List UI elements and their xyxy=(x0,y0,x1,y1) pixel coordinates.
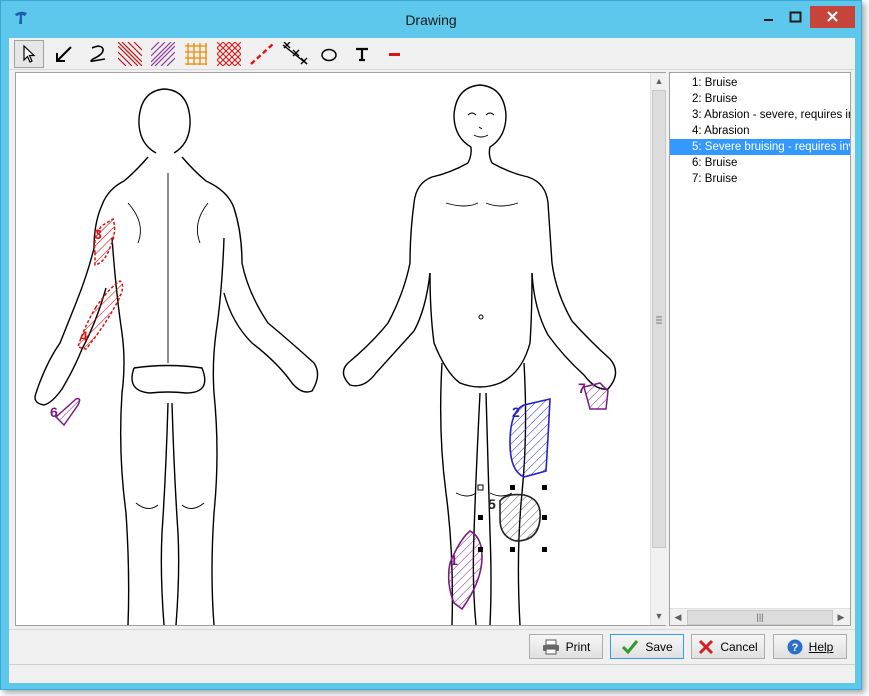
select-tool[interactable] xyxy=(14,40,44,68)
back-view-figure xyxy=(34,88,319,625)
red-minus-icon xyxy=(389,53,400,56)
grip-icon xyxy=(656,316,662,324)
canvas-scroll-thumb[interactable] xyxy=(652,90,666,548)
drawing-window: Drawing 1 2 3 4 5 6 7 ▲ ▼ 1: Bruise 2: B… xyxy=(0,0,862,690)
maximize-button[interactable] xyxy=(782,6,808,28)
annotation-label-6: 6 xyxy=(50,404,58,420)
list-item[interactable]: 1: Bruise xyxy=(670,75,850,91)
red-diagonal-hatch-icon xyxy=(118,42,142,66)
printer-icon xyxy=(542,639,559,654)
ellipse-tool[interactable] xyxy=(314,40,344,68)
text-tool[interactable] xyxy=(347,40,377,68)
svg-text:?: ? xyxy=(791,642,798,654)
dashed-line-tool[interactable] xyxy=(247,40,277,68)
scroll-right-arrow-icon[interactable]: ▶ xyxy=(833,609,849,625)
help-icon: ? xyxy=(787,639,803,654)
help-button-label: Help xyxy=(808,639,834,654)
pointer-arrow-icon xyxy=(23,44,36,63)
orange-grid-icon xyxy=(185,43,207,65)
client-area: 1 2 3 4 5 6 7 ▲ ▼ 1: Bruise 2: Bruise 3: A… xyxy=(9,38,855,683)
scroll-left-arrow-icon[interactable]: ◀ xyxy=(670,609,686,625)
help-button[interactable]: ? Help xyxy=(773,634,847,659)
cross-stitch-line-icon xyxy=(282,42,308,65)
minimize-icon xyxy=(764,19,773,21)
save-button[interactable]: Save xyxy=(610,634,684,659)
annotation-label-1: 1 xyxy=(450,552,458,568)
close-button[interactable] xyxy=(810,6,855,28)
diagonal-arrow-icon xyxy=(56,46,72,62)
maximize-icon xyxy=(789,11,802,23)
list-scroll-thumb[interactable]: ||| xyxy=(687,610,833,625)
status-bar xyxy=(9,664,855,683)
list-item[interactable]: 3: Abrasion - severe, requires inves xyxy=(670,107,850,123)
red-x-icon xyxy=(699,639,714,654)
drawing-toolbar xyxy=(9,38,855,70)
scroll-down-arrow-icon[interactable]: ▼ xyxy=(651,608,667,624)
window-title: Drawing xyxy=(405,12,457,28)
print-button[interactable]: Print xyxy=(529,634,603,659)
list-horizontal-scrollbar[interactable]: ◀ ||| ▶ xyxy=(670,608,850,625)
annotation-label-2: 2 xyxy=(512,404,520,420)
arrow-tool[interactable] xyxy=(49,40,79,68)
cancel-button-label: Cancel xyxy=(720,639,758,654)
hatch-grid-orange-tool[interactable] xyxy=(181,40,211,68)
annotation-list[interactable]: 1: Bruise 2: Bruise 3: Abrasion - severe, … xyxy=(670,75,850,605)
list-item[interactable]: 6: Bruise xyxy=(670,155,850,171)
body-diagram: 1 2 3 4 5 6 7 xyxy=(34,84,617,625)
freehand-tool[interactable] xyxy=(82,40,112,68)
ellipse-icon xyxy=(321,48,337,62)
annotation-list-panel: 1: Bruise 2: Bruise 3: Abrasion - severe, … xyxy=(669,72,851,626)
red-dashed-line-icon xyxy=(250,43,274,65)
print-button-label: Print xyxy=(565,639,591,654)
checkmark-icon xyxy=(622,639,639,654)
canvas-vertical-scrollbar[interactable]: ▲ ▼ xyxy=(650,73,666,625)
annotation-label-7: 7 xyxy=(578,380,586,396)
hatch-cross-red-tool[interactable] xyxy=(214,40,244,68)
red-crosshatch-icon xyxy=(217,42,241,66)
minimize-button[interactable] xyxy=(755,6,781,28)
body-diagram-canvas[interactable]: 1 2 3 4 5 6 7 xyxy=(16,73,650,625)
annotation-5-shape[interactable] xyxy=(499,493,541,542)
drawing-canvas-panel: 1 2 3 4 5 6 7 ▲ ▼ xyxy=(15,72,666,626)
annotation-1-shape[interactable] xyxy=(447,530,483,611)
close-icon xyxy=(827,11,838,22)
purple-diagonal-hatch-icon xyxy=(151,42,175,66)
text-t-icon xyxy=(356,47,368,62)
stitch-line-tool[interactable] xyxy=(280,40,310,68)
title-bar[interactable]: Drawing xyxy=(1,1,861,38)
hatch-diagonal-purple-tool[interactable] xyxy=(148,40,178,68)
annotation-label-3: 3 xyxy=(94,226,102,242)
list-item[interactable]: 4: Abrasion xyxy=(670,123,850,139)
save-button-label: Save xyxy=(645,639,673,654)
hatch-diagonal-red-tool[interactable] xyxy=(115,40,145,68)
list-item[interactable]: 7: Bruise xyxy=(670,171,850,187)
button-bar: Print Save Cancel ? Help xyxy=(9,629,855,663)
list-item[interactable]: 5: Severe bruising - requires inves xyxy=(670,139,850,155)
annotation-label-5: 5 xyxy=(488,496,496,512)
scroll-up-arrow-icon[interactable]: ▲ xyxy=(651,73,667,89)
freehand-curve-icon xyxy=(90,45,106,63)
minus-tool[interactable] xyxy=(380,40,410,68)
annotation-label-4: 4 xyxy=(80,328,88,344)
annotation-6-shape[interactable] xyxy=(54,397,81,427)
cancel-button[interactable]: Cancel xyxy=(691,634,765,659)
annotation-7-shape[interactable] xyxy=(583,382,609,410)
list-item[interactable]: 2: Bruise xyxy=(670,91,850,107)
